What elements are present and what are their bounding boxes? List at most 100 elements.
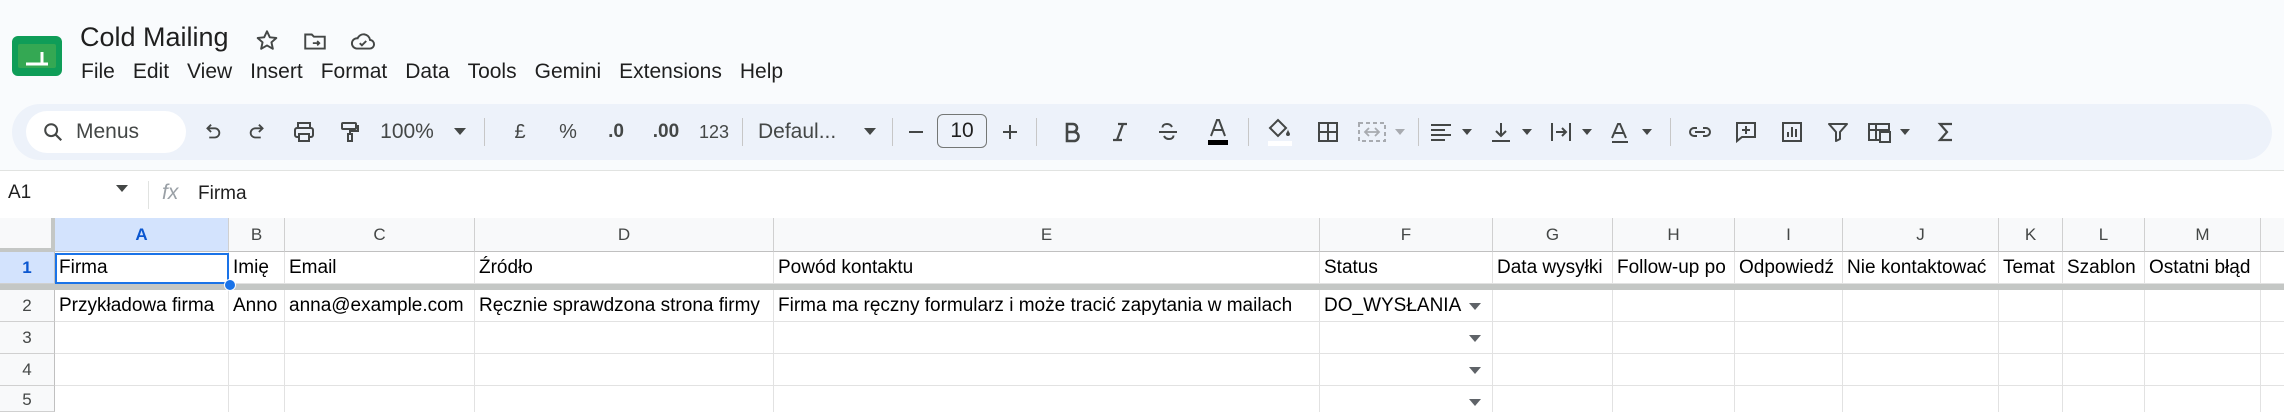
increase-decimal-button[interactable]: .00: [644, 104, 688, 160]
cell-n2[interactable]: [2261, 290, 2284, 322]
star-icon[interactable]: [252, 26, 282, 56]
table-cell[interactable]: [2145, 322, 2261, 354]
table-cell[interactable]: [1999, 354, 2063, 386]
formula-input[interactable]: Firma: [198, 183, 247, 205]
row-header-5[interactable]: 5: [0, 386, 55, 412]
column-header-b[interactable]: B: [229, 218, 285, 252]
menu-file[interactable]: File: [72, 58, 124, 86]
menu-data[interactable]: Data: [396, 58, 458, 86]
menu-edit[interactable]: Edit: [124, 58, 178, 86]
table-cell[interactable]: [55, 354, 229, 386]
column-header-h[interactable]: H: [1613, 218, 1735, 252]
table-cell[interactable]: [475, 354, 774, 386]
menu-format[interactable]: Format: [312, 58, 397, 86]
column-header-j[interactable]: J: [1843, 218, 1999, 252]
column-header-g[interactable]: G: [1493, 218, 1613, 252]
cell-g1[interactable]: Data wysyłki: [1493, 252, 1613, 284]
insert-link-icon[interactable]: [1680, 104, 1720, 160]
table-cell[interactable]: [2063, 354, 2145, 386]
table-cell[interactable]: [285, 322, 475, 354]
undo-icon[interactable]: [192, 104, 232, 160]
cell-i2[interactable]: [1735, 290, 1843, 322]
percent-format-button[interactable]: %: [550, 104, 586, 160]
cell-h1[interactable]: Follow-up po: [1613, 252, 1735, 284]
chevron-down-icon[interactable]: [448, 104, 472, 160]
table-cell[interactable]: [285, 354, 475, 386]
merge-cells-icon[interactable]: [1354, 104, 1410, 160]
functions-icon[interactable]: [1926, 104, 1966, 160]
cell-e2[interactable]: Firma ma ręczny formularz i może tracić …: [774, 290, 1320, 322]
borders-icon[interactable]: [1308, 104, 1348, 160]
column-header-n[interactable]: [2261, 218, 2284, 252]
menu-view[interactable]: View: [178, 58, 241, 86]
text-color-button[interactable]: [1198, 104, 1238, 160]
table-cell[interactable]: [1735, 386, 1843, 412]
sheets-logo-icon[interactable]: [12, 36, 62, 76]
column-header-f[interactable]: F: [1320, 218, 1493, 252]
font-size-input[interactable]: 10: [937, 114, 987, 148]
column-header-d[interactable]: D: [475, 218, 774, 252]
table-cell[interactable]: [1843, 386, 1999, 412]
menu-gemini[interactable]: Gemini: [526, 58, 611, 86]
chevron-down-icon[interactable]: [1468, 398, 1482, 408]
cell-c2[interactable]: anna@example.com: [285, 290, 475, 322]
table-cell[interactable]: [1735, 354, 1843, 386]
row-header-2[interactable]: 2: [0, 290, 55, 322]
cell-f1[interactable]: Status: [1320, 252, 1493, 284]
vertical-align-icon[interactable]: [1486, 104, 1542, 160]
row-header-1[interactable]: 1: [0, 252, 55, 284]
cell-l2[interactable]: [2063, 290, 2145, 322]
table-cell[interactable]: [475, 386, 774, 412]
table-cell[interactable]: [1613, 386, 1735, 412]
table-cell[interactable]: [774, 322, 1320, 354]
cell-g2[interactable]: [1493, 290, 1613, 322]
column-header-a[interactable]: A: [55, 218, 229, 252]
table-cell[interactable]: [2261, 322, 2284, 354]
table-cell[interactable]: [229, 386, 285, 412]
frozen-row-divider[interactable]: [0, 284, 2284, 290]
column-header-c[interactable]: C: [285, 218, 475, 252]
column-header-i[interactable]: I: [1735, 218, 1843, 252]
table-cell[interactable]: [229, 322, 285, 354]
table-cell[interactable]: [2261, 386, 2284, 412]
increase-font-size-icon[interactable]: [994, 104, 1026, 160]
table-view-icon[interactable]: [1864, 104, 1920, 160]
bold-button[interactable]: [1054, 104, 1090, 160]
cell-d1[interactable]: Źródło: [475, 252, 774, 284]
chevron-down-icon[interactable]: [858, 104, 882, 160]
chevron-down-icon[interactable]: [1468, 334, 1482, 344]
redo-icon[interactable]: [238, 104, 278, 160]
column-header-m[interactable]: M: [2145, 218, 2261, 252]
cell-i1[interactable]: Odpowiedź: [1735, 252, 1843, 284]
table-cell[interactable]: [1493, 354, 1613, 386]
cell-n1[interactable]: [2261, 252, 2284, 284]
zoom-select[interactable]: 100%: [374, 104, 440, 160]
cell-c1[interactable]: Email: [285, 252, 475, 284]
row-header-4[interactable]: 4: [0, 354, 55, 386]
cell-d2[interactable]: Ręcznie sprawdzona strona firmy: [475, 290, 774, 322]
menu-insert[interactable]: Insert: [241, 58, 312, 86]
row-header-3[interactable]: 3: [0, 322, 55, 354]
table-cell[interactable]: [475, 322, 774, 354]
fill-handle[interactable]: [224, 279, 236, 291]
table-cell[interactable]: [1735, 322, 1843, 354]
number-format-button[interactable]: 123: [694, 104, 734, 160]
table-cell[interactable]: [1493, 322, 1613, 354]
menu-extensions[interactable]: Extensions: [610, 58, 731, 86]
table-cell[interactable]: [55, 322, 229, 354]
horizontal-align-icon[interactable]: [1426, 104, 1482, 160]
italic-button[interactable]: [1102, 104, 1138, 160]
table-cell[interactable]: [774, 386, 1320, 412]
cell-e1[interactable]: Powód kontaktu: [774, 252, 1320, 284]
table-cell[interactable]: [1999, 322, 2063, 354]
document-title[interactable]: Cold Mailing: [80, 22, 229, 53]
table-cell[interactable]: [2145, 386, 2261, 412]
table-cell[interactable]: [229, 354, 285, 386]
font-select[interactable]: Defaul...: [754, 104, 858, 160]
move-folder-icon[interactable]: [300, 26, 330, 56]
cell-k2[interactable]: [1999, 290, 2063, 322]
table-cell[interactable]: [1613, 322, 1735, 354]
chevron-down-icon[interactable]: [1468, 366, 1482, 376]
chevron-down-icon[interactable]: [1468, 302, 1482, 312]
insert-comment-icon[interactable]: [1726, 104, 1766, 160]
